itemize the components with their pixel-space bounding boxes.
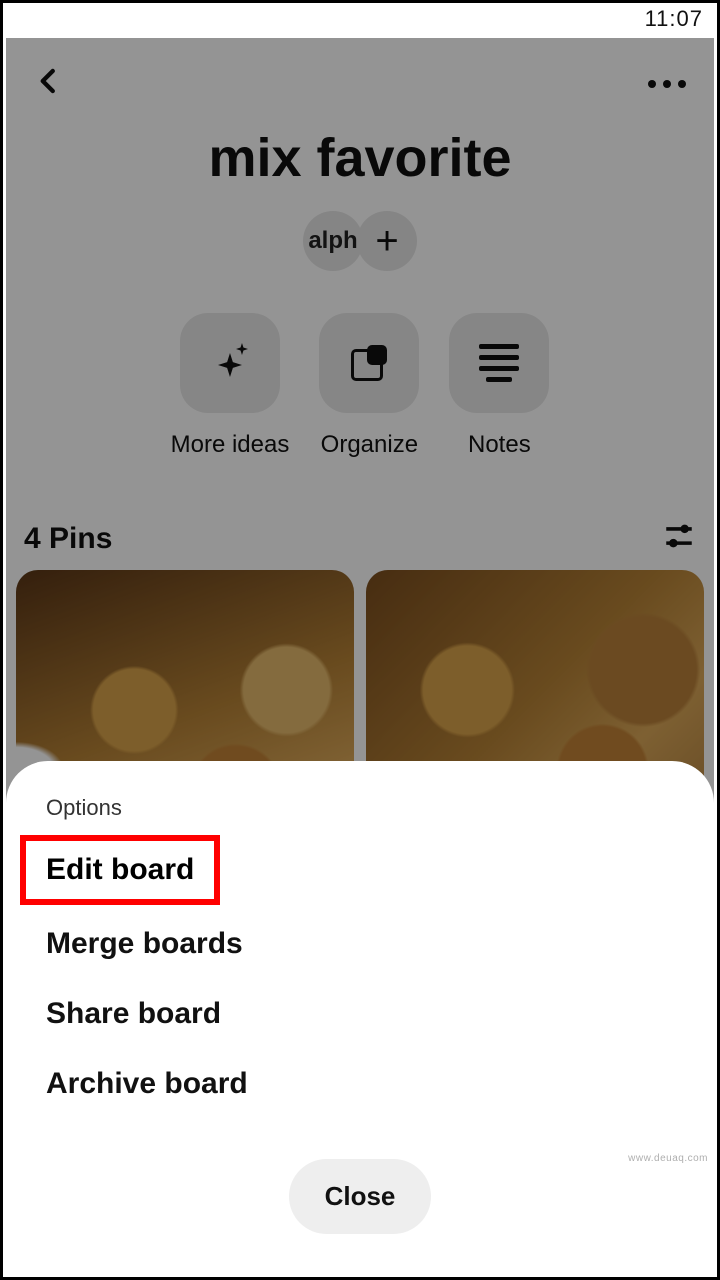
share-board-option[interactable]: Share board [6,979,714,1049]
plus-icon: + [375,219,398,264]
pins-header: 4 Pins [6,459,714,570]
organize-icon [351,345,387,381]
watermark-text: www.deuaq.com [628,1153,708,1164]
more-ideas-button[interactable]: More ideas [171,313,290,459]
device-frame: 11:07 mix favorite alph + More ideas [0,0,720,1280]
more-options-button[interactable] [648,80,686,88]
collaborator-avatar[interactable]: alph [303,211,363,271]
back-button[interactable] [34,66,64,101]
archive-board-option[interactable]: Archive board [6,1049,714,1119]
merge-boards-option[interactable]: Merge boards [6,909,714,979]
sliders-icon [662,519,696,553]
dot-icon [663,80,671,88]
add-collaborator-button[interactable]: + [357,211,417,271]
app-content: mix favorite alph + More ideas Organize … [6,38,714,1274]
board-title: mix favorite [6,127,714,189]
sparkle-icon [210,343,250,383]
organize-button[interactable]: Organize [319,313,419,459]
top-bar [6,38,714,119]
chevron-left-icon [34,66,64,96]
filter-button[interactable] [662,519,696,558]
more-ideas-label: More ideas [171,431,290,459]
close-button[interactable]: Close [289,1159,432,1234]
options-bottom-sheet: Options Edit board Merge boards Share bo… [6,761,714,1274]
pin-count: 4 Pins [24,522,112,556]
notes-label: Notes [468,431,531,459]
sheet-heading: Options [6,795,714,831]
status-bar: 11:07 [3,3,717,35]
board-actions: More ideas Organize Notes [6,313,714,459]
dot-icon [678,80,686,88]
annotation-highlight: Edit board [20,835,220,905]
edit-board-option[interactable]: Edit board [46,853,194,887]
dot-icon [648,80,656,88]
notes-icon [479,344,519,382]
organize-label: Organize [321,431,418,459]
collaborators-row: alph + [6,211,714,271]
clock-text: 11:07 [645,6,703,32]
notes-button[interactable]: Notes [449,313,549,459]
